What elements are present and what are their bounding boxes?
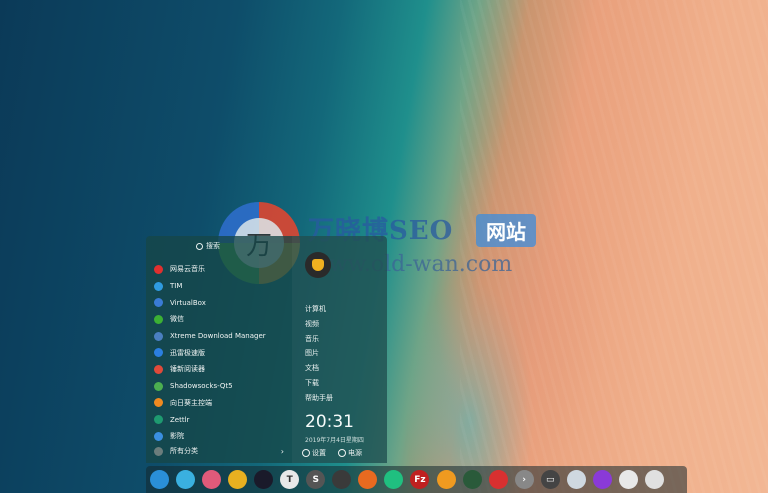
- app-icon: [154, 431, 163, 441]
- app-list: 网易云音乐 TIM VirtualBox 微信 Xtreme Download Mana…: [154, 261, 266, 445]
- trash-icon[interactable]: [644, 470, 664, 489]
- app-item[interactable]: Zettlr: [154, 411, 266, 428]
- weather-icon[interactable]: [566, 470, 586, 489]
- terminal-icon[interactable]: ›: [514, 470, 534, 489]
- start-menu: 搜索 网易云音乐 TIM VirtualBox 微信 Xtreme Download M…: [146, 236, 387, 463]
- qq-icon[interactable]: [618, 470, 638, 489]
- app-label: Shadowsocks-Qt5: [170, 382, 233, 391]
- app-item[interactable]: Shadowsocks-Qt5: [154, 378, 266, 395]
- file-manager-icon[interactable]: [176, 470, 196, 489]
- app-list-panel: 搜索 网易云音乐 TIM VirtualBox 微信 Xtreme Download M…: [146, 236, 292, 463]
- jetbrains-icon[interactable]: [254, 470, 274, 489]
- place-item[interactable]: 帮助手册: [305, 391, 333, 406]
- app-item[interactable]: 网易云音乐: [154, 261, 266, 278]
- launcher-icon[interactable]: [150, 470, 169, 489]
- app-item[interactable]: 迅雷极速版: [154, 344, 266, 361]
- app-item[interactable]: TIM: [154, 278, 266, 295]
- app-item[interactable]: 锤新阅读器: [154, 361, 266, 378]
- places-panel: 计算机 视频 音乐 图片 文档 下载 帮助手册 20:31 2019年7月4日星期四 设置 …: [292, 236, 387, 463]
- app-icon: [154, 398, 163, 408]
- power-label: 电源: [348, 449, 362, 457]
- app-icon: [154, 298, 163, 308]
- app-item[interactable]: 影院: [154, 428, 266, 445]
- app-label: 网易云音乐: [170, 265, 205, 274]
- app-label: 锤新阅读器: [170, 365, 205, 374]
- app-label: VirtualBox: [170, 298, 206, 307]
- wallpaper-texture: [460, 0, 768, 493]
- all-categories-button[interactable]: 所有分类 ›: [154, 446, 284, 456]
- filezilla-icon[interactable]: Fz: [410, 470, 430, 489]
- send-icon[interactable]: [384, 470, 404, 489]
- app-icon: [154, 314, 163, 324]
- store-icon[interactable]: [202, 470, 222, 489]
- app-label: 向日葵主控端: [170, 398, 212, 407]
- sunflower-icon[interactable]: [436, 470, 456, 489]
- activity-icon[interactable]: [462, 470, 482, 489]
- app-label: Xtreme Download Manager: [170, 332, 266, 341]
- search-icon: [196, 242, 203, 250]
- app-icon: [154, 364, 163, 374]
- place-item[interactable]: 音乐: [305, 332, 333, 347]
- sublime-icon[interactable]: S: [306, 470, 326, 489]
- app-item[interactable]: 向日葵主控端: [154, 395, 266, 412]
- place-item[interactable]: 文档: [305, 361, 333, 376]
- all-categories-label: 所有分类: [170, 447, 198, 455]
- power-icon[interactable]: [592, 470, 612, 489]
- chevron-right-icon: ›: [280, 446, 284, 456]
- app-label: 影院: [170, 432, 184, 441]
- settings-label: 设置: [312, 449, 326, 457]
- place-item[interactable]: 图片: [305, 346, 333, 361]
- typora-icon[interactable]: T: [280, 470, 300, 489]
- netease-music-icon[interactable]: [488, 470, 508, 489]
- app-icon: [154, 281, 163, 291]
- place-item[interactable]: 视频: [305, 317, 333, 332]
- brush-icon[interactable]: [358, 470, 378, 489]
- power-button[interactable]: 电源: [338, 448, 362, 458]
- app-label: 迅雷极速版: [170, 348, 205, 357]
- app-icon: [154, 348, 163, 358]
- gear-icon: [302, 449, 310, 457]
- places-list: 计算机 视频 音乐 图片 文档 下载 帮助手册: [305, 302, 333, 406]
- power-icon: [338, 449, 346, 457]
- search-placeholder: 搜索: [206, 242, 220, 250]
- more-icon: [154, 446, 163, 456]
- app-label: 微信: [170, 315, 184, 324]
- place-item[interactable]: 计算机: [305, 302, 333, 317]
- clock-date: 2019年7月4日星期四: [305, 437, 364, 444]
- dock: T S Fz › ▭: [146, 466, 687, 493]
- app-item[interactable]: Xtreme Download Manager: [154, 328, 266, 345]
- app-icon: [154, 331, 163, 341]
- inkscape-icon[interactable]: [332, 470, 352, 489]
- avatar[interactable]: [305, 252, 331, 278]
- app-label: TIM: [170, 282, 183, 291]
- app-item[interactable]: 微信: [154, 311, 266, 328]
- place-item[interactable]: 下载: [305, 376, 333, 391]
- clock-time: 20:31: [305, 412, 354, 432]
- settings-button[interactable]: 设置: [302, 448, 326, 458]
- app-item[interactable]: VirtualBox: [154, 294, 266, 311]
- app-icon: [154, 381, 163, 391]
- app-icon: [154, 264, 163, 274]
- app-label: Zettlr: [170, 415, 190, 424]
- chrome-icon[interactable]: [228, 470, 248, 489]
- deepin-terminal-icon[interactable]: ▭: [540, 470, 560, 489]
- search-field[interactable]: 搜索: [196, 241, 220, 251]
- app-icon: [154, 415, 163, 425]
